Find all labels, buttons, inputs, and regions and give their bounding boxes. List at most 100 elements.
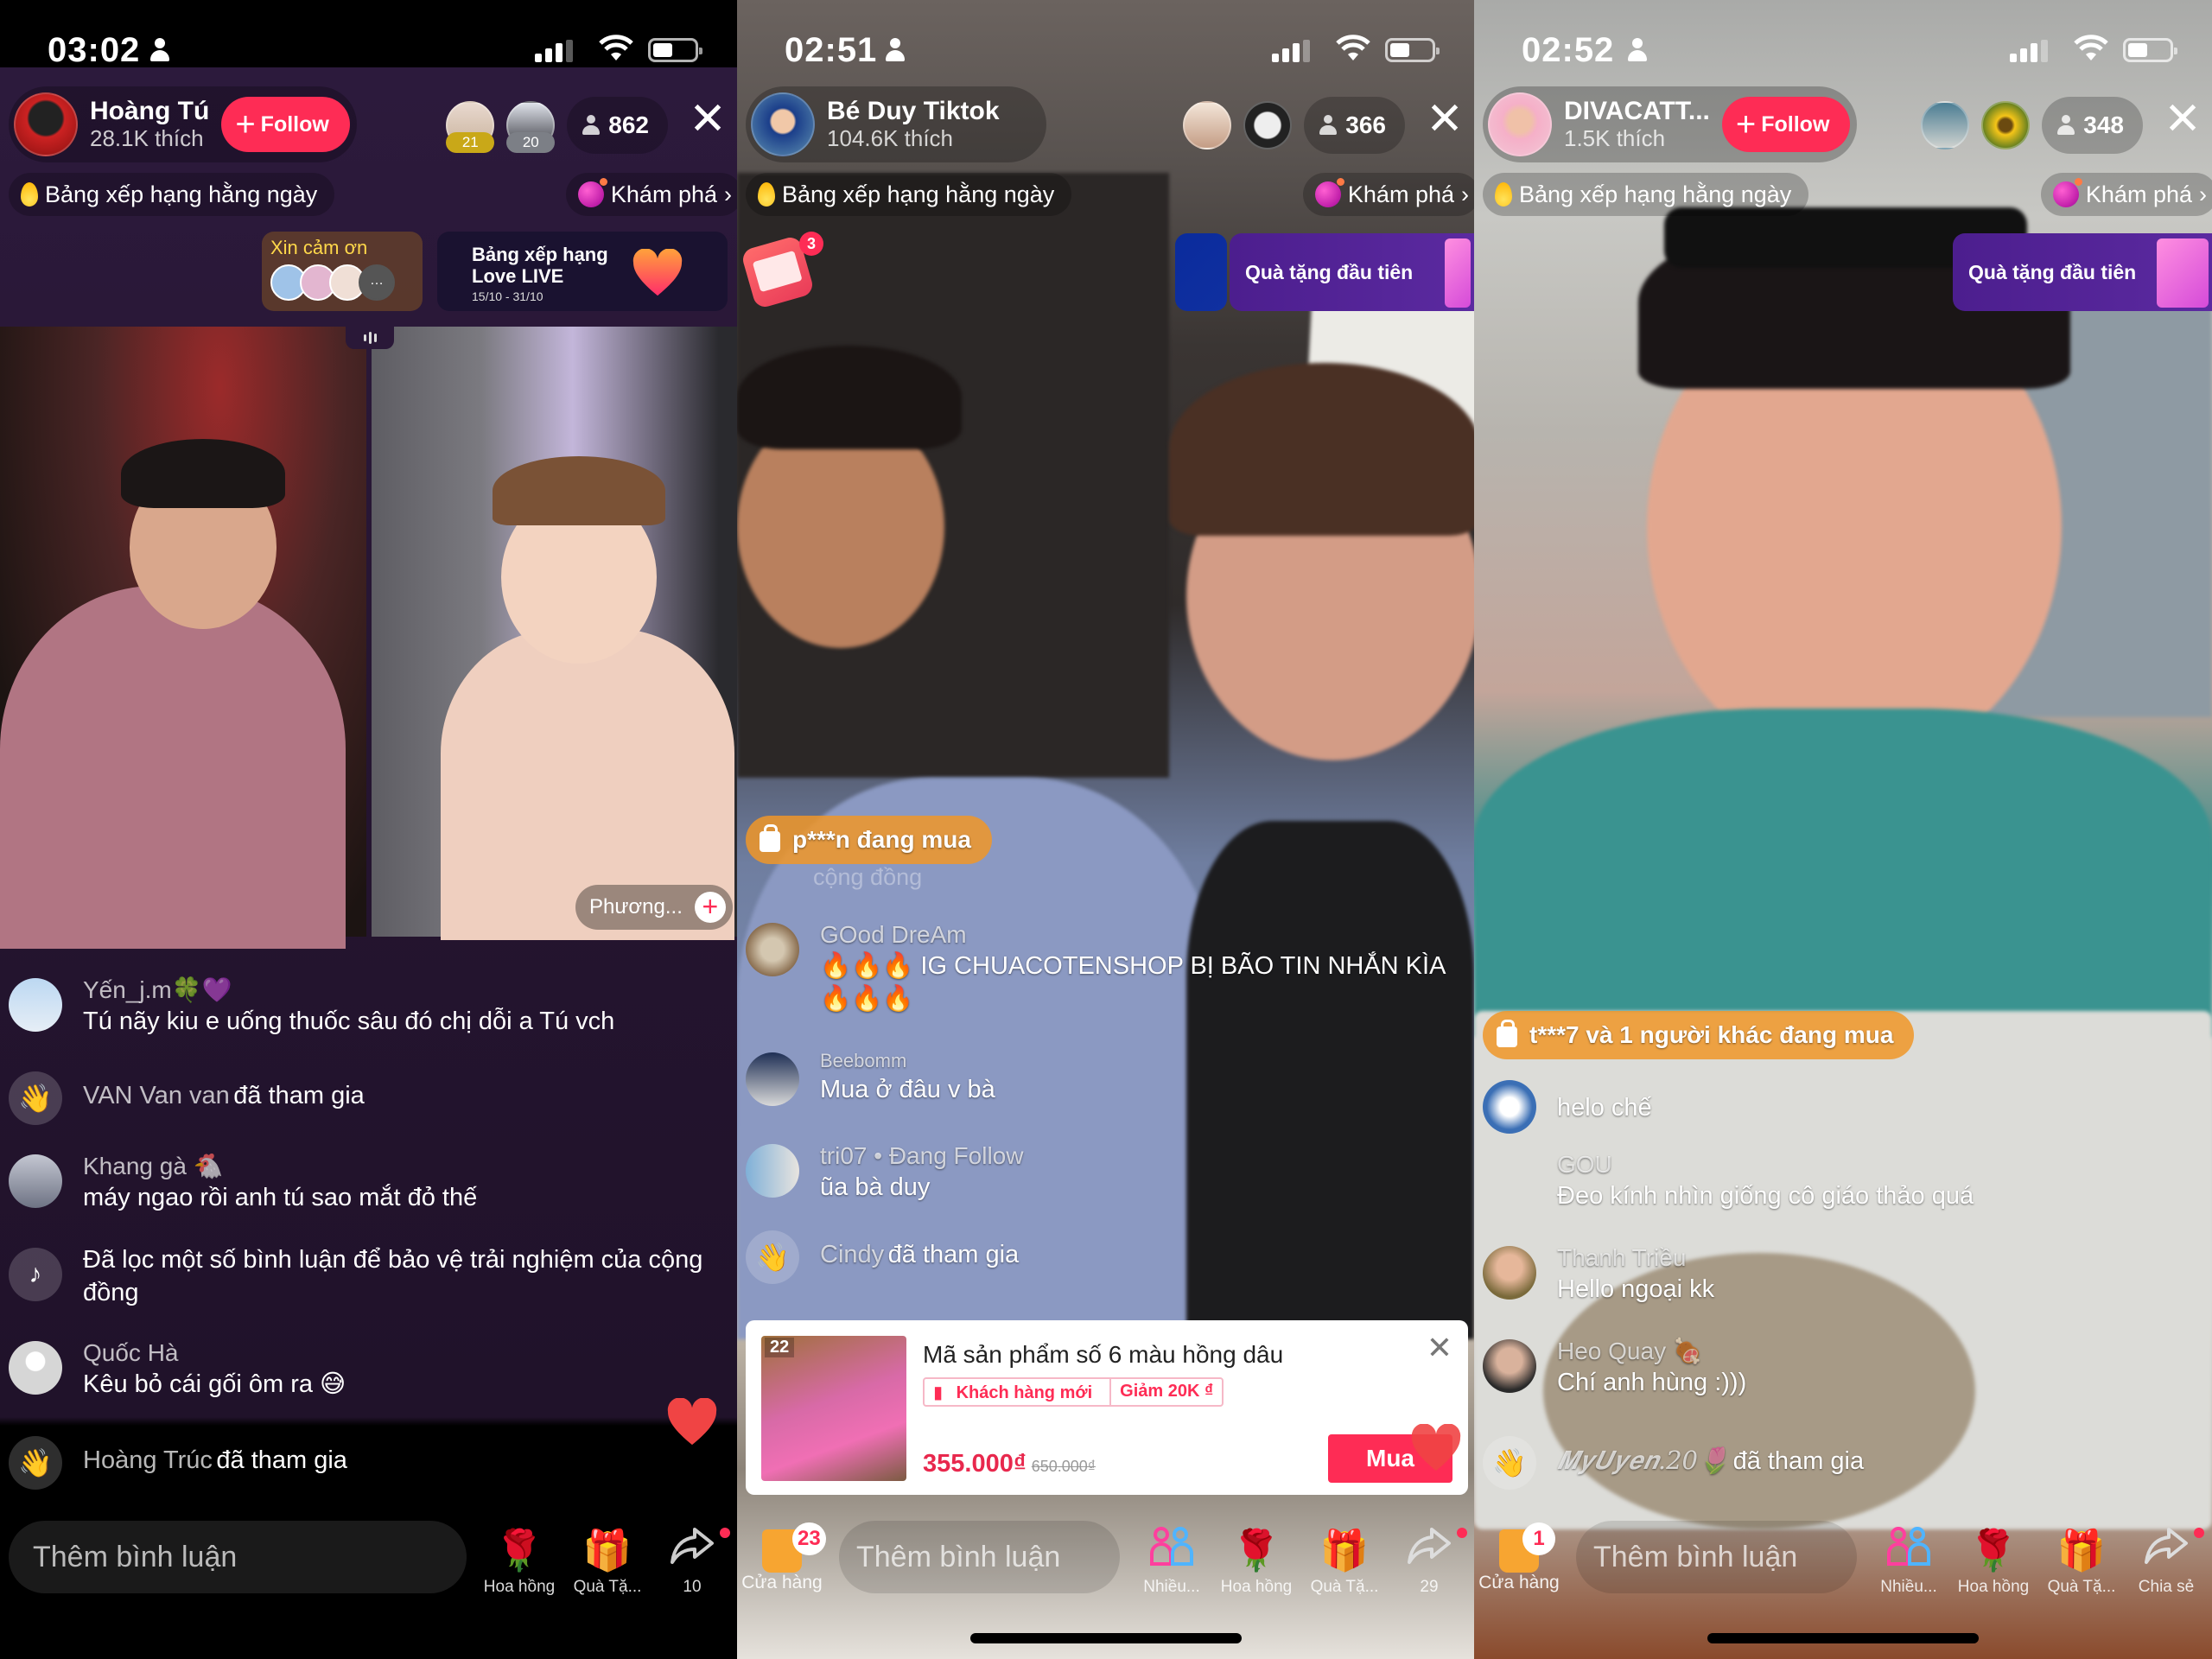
viewer-count[interactable]: 862 [567, 97, 668, 154]
follow-button[interactable]: + Follow [221, 97, 350, 152]
comment-item[interactable]: Khang gà 🐔 máy ngao rồi anh tú sao mắt đỏ… [9, 1151, 717, 1215]
comment-item[interactable]: GOU Đeo kính nhìn giống cô giáo thảo quá [1483, 1149, 2191, 1213]
viewer-count[interactable]: 348 [2042, 97, 2143, 154]
comment-item[interactable]: Heo Quay 🍖 Chí anh hùng :))) [1483, 1336, 2191, 1400]
product-card[interactable]: 22 Mã sản phẩm số 6 màu hồng dâu ▮ Khách… [746, 1320, 1468, 1495]
explore-chip[interactable]: Khám phá › [2040, 173, 2212, 216]
share-button[interactable]: 29 [1392, 1526, 1466, 1597]
comment-item[interactable]: helo chế [1483, 1077, 2191, 1134]
join-username[interactable]: Cindy [820, 1241, 884, 1268]
viewer-count[interactable]: 366 [1304, 97, 1405, 154]
comment-item[interactable]: tri07 • Đang Follow ũa bà duy [746, 1141, 1454, 1205]
guest-video-hair [493, 456, 665, 525]
shop-button[interactable]: 1 Cửa hàng [1476, 1522, 1562, 1593]
bottom-bar: 23 Cửa hàng Thêm bình luận Nhiều... 🌹 Hoa … [737, 1521, 1474, 1607]
add-guest-icon[interactable]: + [694, 892, 726, 923]
commenter-avatar[interactable] [1483, 1080, 1536, 1134]
product-image[interactable]: 22 [761, 1336, 906, 1481]
comment-item[interactable]: Beebomm Mua ở đâu v bà [746, 1049, 1454, 1106]
comment-text: Hello ngoại kk [1557, 1275, 1715, 1304]
commenter-avatar[interactable] [1483, 1246, 1536, 1300]
explore-chip[interactable]: Khám phá › [1302, 173, 1474, 216]
top-viewer-avatar[interactable] [1243, 101, 1293, 149]
join-username[interactable]: Hoàng Trúc [83, 1446, 213, 1474]
commenter-avatar[interactable] [1483, 1153, 1536, 1206]
gift-button[interactable]: 🎁 Quà Tặ... [1307, 1526, 1382, 1597]
share-button[interactable]: Chia sẻ [2129, 1526, 2203, 1597]
comment-username[interactable]: GOod DreAm [820, 919, 1451, 950]
comment-input[interactable]: Thêm bình luận [9, 1521, 467, 1593]
purchase-banner[interactable]: p***n đang mua [746, 816, 992, 864]
top-viewer-avatar[interactable]: 20 [506, 101, 556, 153]
top-viewer-avatar[interactable] [1183, 101, 1232, 149]
commenter-avatar[interactable] [1483, 1339, 1536, 1393]
host-profile[interactable]: Hoàng Tú 28.1K thích + Follow [9, 86, 357, 162]
commenter-avatar[interactable] [746, 923, 799, 976]
first-gift-banner[interactable]: Quà tặng đầu tiên [1230, 233, 1474, 311]
join-username[interactable]: VAN Van van [83, 1082, 230, 1109]
top-viewer-avatar[interactable] [1921, 101, 1970, 149]
gift-button[interactable]: 🎁 Quà Tặ... [2044, 1526, 2119, 1597]
home-indicator[interactable] [1707, 1633, 1979, 1643]
comment-username[interactable]: Beebomm [820, 1049, 995, 1074]
host-avatar[interactable] [14, 92, 78, 156]
comment-item[interactable]: GOod DreAm 🔥🔥🔥 IG CHUACOTENSHOP BỊ BÃO TI… [746, 919, 1454, 1016]
comment-username[interactable]: Yến_j.m🍀💜 [83, 975, 614, 1006]
join-username[interactable]: 𝑴𝒚𝑼𝒚𝒆𝒏.20🌷 [1557, 1446, 1729, 1475]
multi-guest-button[interactable]: Nhiều... [1872, 1526, 1946, 1597]
focus-person-icon [884, 38, 906, 62]
share-button[interactable]: 10 [655, 1526, 729, 1597]
shop-button[interactable]: 23 Cửa hàng [739, 1522, 826, 1593]
comment-username[interactable]: Thanh Triều [1557, 1243, 1714, 1274]
first-gift-banner[interactable]: Quà tặng đầu tiên [1953, 233, 2212, 311]
gift-carousel-prev[interactable] [1175, 233, 1227, 311]
rose-button[interactable]: 🌹 Hoa hồng [1219, 1526, 1294, 1597]
close-icon[interactable]: ✕ [689, 97, 727, 142]
comment-username[interactable]: tri07 • Đang Follow [820, 1141, 1023, 1172]
new-customer-tag: Khách hàng mới [956, 1383, 1093, 1402]
join-text: đã tham gia [233, 1082, 365, 1109]
comment-username[interactable]: Khang gà 🐔 [83, 1151, 477, 1182]
commenter-avatar[interactable] [9, 978, 62, 1032]
close-icon[interactable]: ✕ [1426, 97, 1464, 142]
comment-username[interactable]: GOU [1557, 1149, 1974, 1180]
guest-video-feed[interactable] [372, 327, 737, 940]
audio-indicator-icon[interactable] [346, 327, 394, 349]
discount-tag: Giảm 20K ₫ [1109, 1379, 1222, 1405]
daily-ranking-chip[interactable]: Bảng xếp hạng hằng ngày [746, 173, 1072, 216]
host-avatar[interactable] [1488, 92, 1552, 156]
gift-button[interactable]: 🎁 Quà Tặ... [570, 1526, 645, 1597]
comment-input[interactable]: Thêm bình luận [839, 1521, 1120, 1593]
explore-chip[interactable]: Khám phá › [565, 173, 737, 216]
host-profile[interactable]: Bé Duy Tiktok 104.6K thích [746, 86, 1046, 162]
guest-tag[interactable]: Phương... + [575, 885, 733, 930]
rose-button[interactable]: 🌹 Hoa hồng [1956, 1526, 2031, 1597]
love-live-ranking-banner[interactable]: Bảng xếp hạng Love LIVE 15/10 - 31/10 [437, 232, 728, 311]
host-profile[interactable]: DIVACATT... 1.5K thích + Follow [1483, 86, 1858, 162]
commenter-avatar[interactable] [746, 1052, 799, 1106]
follow-button[interactable]: + Follow [1721, 97, 1851, 152]
comment-username[interactable]: Quốc Hà [83, 1338, 346, 1369]
host-avatar[interactable] [751, 92, 815, 156]
comment-input[interactable]: Thêm bình luận [1576, 1521, 1857, 1593]
top-viewer-avatar[interactable] [1981, 101, 2031, 149]
top-viewer-avatar[interactable]: 21 [446, 101, 495, 153]
close-product-icon[interactable]: ✕ [1427, 1332, 1452, 1363]
default-avatar-icon[interactable] [9, 1341, 62, 1395]
comment-username[interactable]: Heo Quay 🍖 [1557, 1336, 1746, 1367]
host-video-feed[interactable] [0, 327, 366, 949]
comment-item[interactable]: Thanh Triều Hello ngoại kk [1483, 1243, 2191, 1306]
close-icon[interactable]: ✕ [2164, 97, 2202, 142]
thanks-banner[interactable]: Xin cảm ơn … [262, 232, 423, 311]
rose-button[interactable]: 🌹 Hoa hồng [482, 1526, 556, 1597]
commenter-avatar[interactable] [746, 1144, 799, 1198]
daily-ranking-chip[interactable]: Bảng xếp hạng hằng ngày [9, 173, 335, 216]
comment-item[interactable]: Quốc Hà Kêu bỏ cái gối ôm ra 😅 [9, 1338, 717, 1402]
home-indicator[interactable] [970, 1633, 1242, 1643]
multi-guest-button[interactable]: Nhiều... [1135, 1526, 1209, 1597]
rose-label: Hoa hồng [483, 1578, 556, 1596]
commenter-avatar[interactable] [9, 1154, 62, 1208]
purchase-banner[interactable]: t***7 và 1 người khác đang mua [1483, 1011, 1915, 1059]
comment-item[interactable]: Yến_j.m🍀💜 Tú nãy kiu e uống thuốc sâu đó … [9, 975, 717, 1039]
daily-ranking-chip[interactable]: Bảng xếp hạng hằng ngày [1483, 173, 1809, 216]
